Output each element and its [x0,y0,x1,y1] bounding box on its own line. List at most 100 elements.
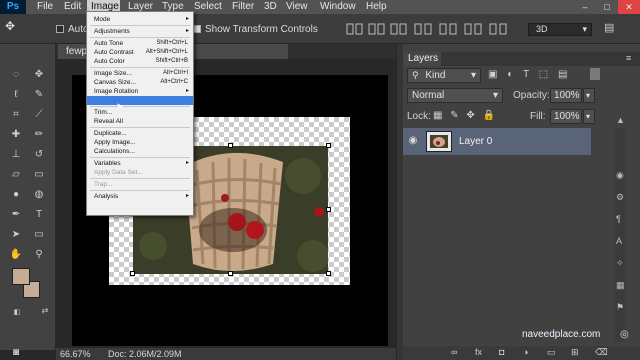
menu-item-mode[interactable]: Mode ▸ [87,15,193,24]
lock-all-icon[interactable]: 🔒 [483,110,495,121]
transform-handle-bottom-right[interactable] [326,271,331,276]
adjustment-layer-icon[interactable]: ◑ [523,347,528,357]
history-brush-tool-icon[interactable]: ↺ [32,148,46,162]
pixel-filter-icon[interactable]: ▣ [488,69,497,80]
path-selection-tool-icon[interactable]: ➤ [9,228,23,242]
blur-tool-icon[interactable]: ● [9,188,23,202]
menu-item-canvas-size[interactable]: Canvas Size... Alt+Ctrl+C [87,78,193,87]
maximize-button[interactable]: □ [596,0,618,14]
menu-item-auto-contrast[interactable]: Auto Contrast Alt+Shift+Ctrl+L [87,48,193,57]
link-layers-icon[interactable]: ∞ [451,347,457,357]
swap-colors-icon[interactable]: ⇄ [38,304,52,318]
panel-menu-icon[interactable]: ≡ [626,53,631,63]
layer-thumbnail[interactable] [426,131,452,152]
layer-name[interactable]: Layer 0 [459,136,492,147]
type-filter-icon[interactable]: T [523,69,529,80]
transform-handle-bottom[interactable] [228,271,233,276]
menu-item-image-size[interactable]: Image Size... Alt+Ctrl+I [87,69,193,78]
eye-icon[interactable]: ◉ [407,135,419,147]
brush-tool-icon[interactable]: ✏ [32,128,46,142]
menu-item-image-rotation[interactable]: Image Rotation ▸ [87,87,193,96]
layers-tab[interactable]: Layers [403,52,441,66]
gradient-tool-icon[interactable]: ▭ [32,168,46,182]
align-distribute-icons[interactable] [345,21,515,37]
fill-field[interactable]: 100% [550,109,582,124]
layer-filter-icons[interactable]: ▣ ◐ T ⬚ ▤ [488,69,588,82]
opacity-dropdown[interactable]: ▾ [583,88,595,103]
menu-edit[interactable]: Edit [64,0,81,14]
foreground-color-swatch[interactable] [12,268,30,285]
type-tool-icon[interactable]: T [32,208,46,222]
menu-item-analysis[interactable]: Analysis ▸ [87,192,193,201]
blend-mode-select[interactable]: Normal ▾ [407,88,503,103]
3d-mode-select[interactable]: 3D ▾ [528,23,592,36]
workspace-icon[interactable]: ▤ [604,21,618,35]
menu-item-apply-image[interactable]: Apply Image... [87,138,193,147]
lock-image-icon[interactable]: ✎ [450,110,458,121]
panel-side-icon[interactable]: ⚙ [616,192,628,203]
rectangle-tool-icon[interactable]: ▭ [32,228,46,242]
show-transform-controls-checkbox[interactable] [193,25,201,33]
hand-tool-icon[interactable]: ✋ [9,248,23,262]
menu-filter[interactable]: Filter [232,0,254,14]
menu-item-calculations[interactable]: Calculations... [87,147,193,156]
transform-handle-bottom-left[interactable] [130,271,135,276]
menu-item-variables[interactable]: Variables ▸ [87,159,193,168]
new-group-icon[interactable]: ▭ [547,347,556,358]
panel-side-icon[interactable]: ◉ [616,170,628,181]
smart-object-filter-icon[interactable]: ▤ [558,69,567,80]
menu-window[interactable]: Window [320,0,356,14]
auto-select-checkbox[interactable] [56,25,64,33]
transform-handle-right[interactable] [326,207,331,212]
panel-scroll-up-icon[interactable]: ▲ [616,115,628,125]
fill-dropdown[interactable]: ▾ [583,109,595,124]
eraser-tool-icon[interactable]: ▱ [9,168,23,182]
delete-layer-icon[interactable]: ⌫ [595,347,608,358]
filter-toggle[interactable] [590,68,600,80]
menu-item-auto-color[interactable]: Auto Color Shift+Ctrl+B [87,57,193,66]
marquee-tool-icon[interactable]: ◌ [9,68,23,82]
panel-side-icon[interactable]: ✧ [616,258,628,269]
new-layer-icon[interactable]: ⊞ [571,347,579,358]
lock-transparent-icon[interactable]: ▦ [433,110,442,121]
menu-view[interactable]: View [286,0,308,14]
quick-selection-tool-icon[interactable]: ✎ [32,88,46,102]
crop-tool-icon[interactable]: ⌗ [9,108,23,122]
close-button[interactable]: ✕ [618,0,640,14]
minimize-button[interactable]: – [574,0,596,14]
shape-filter-icon[interactable]: ⬚ [539,69,548,80]
panel-side-icon[interactable]: A [616,236,628,246]
menu-item-reveal-all[interactable]: Reveal All [87,117,193,126]
opacity-field[interactable]: 100% [550,88,582,103]
menu-item-adjustments[interactable]: Adjustments ▸ [87,27,193,36]
menu-file[interactable]: File [37,0,53,14]
menu-item-duplicate[interactable]: Duplicate... [87,129,193,138]
move-tool-icon[interactable]: ✥ [32,68,46,82]
zoom-tool-icon[interactable]: ⚲ [32,248,46,262]
move-tool-preset-icon[interactable]: ✥ [5,19,27,39]
lock-icons[interactable]: ▦ ✎ ✥ 🔒 [433,110,523,123]
panel-side-icon[interactable]: ⚑ [616,302,628,313]
pen-tool-icon[interactable]: ✒ [9,208,23,222]
clone-stamp-tool-icon[interactable]: ⊥ [9,148,23,162]
lasso-tool-icon[interactable]: ℓ [9,88,23,102]
lock-position-icon[interactable]: ✥ [466,110,474,121]
menu-item-highlighted-item[interactable] [87,96,193,105]
transform-handle-top-right[interactable] [326,143,331,148]
menu-help[interactable]: Help [366,0,387,14]
menu-select[interactable]: Select [194,0,222,14]
menu-item-auto-tone[interactable]: Auto Tone Shift+Ctrl+L [87,39,193,48]
eyedropper-tool-icon[interactable]: ⟋ [32,108,46,122]
menu-item-trim[interactable]: Trim... [87,108,193,117]
quick-mask-icon[interactable]: ◙ [9,346,23,360]
panel-side-icon[interactable]: ▦ [616,280,628,291]
filter-kind-select[interactable]: ⚲ Kind ▾ [407,68,481,83]
dodge-tool-icon[interactable]: ◍ [32,188,46,202]
menu-3d[interactable]: 3D [264,0,277,14]
transform-handle-top[interactable] [228,143,233,148]
layer-style-icon[interactable]: fx [475,347,482,357]
panel-side-icon[interactable]: ¶ [616,214,628,224]
layer-mask-icon[interactable]: ◘ [499,347,504,357]
healing-brush-tool-icon[interactable]: ✚ [9,128,23,142]
adjustment-filter-icon[interactable]: ◐ [507,69,513,80]
